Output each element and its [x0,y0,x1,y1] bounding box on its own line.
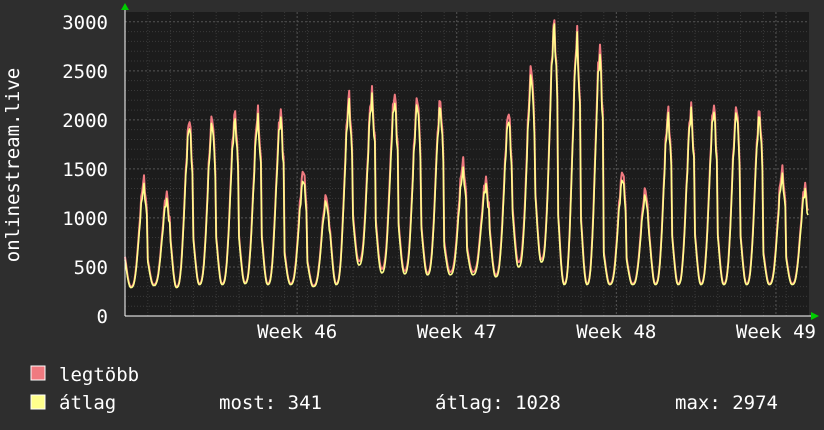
traffic-chart: 0 500 1000 1500 2000 2500 3000 Week 46 Week 47 W… [0,0,824,430]
stat-max: max: 2974 [675,392,778,414]
y-tick-label: 500 [74,257,108,279]
legend-swatch-max [30,365,46,381]
x-tick-label: Week 49 [736,321,816,343]
legend-swatch-avg [30,394,46,410]
x-tick-label: Week 48 [576,321,656,343]
y-tick-label: 0 [97,306,108,328]
y-tick-label: 1500 [62,159,108,181]
y-tick-label: 3000 [62,12,108,34]
legend-label-avg: átlag [59,392,116,414]
stat-atlag: átlag: 1028 [435,392,561,414]
x-tick-label: Week 46 [257,321,337,343]
y-axis-title: onlinestream.live [2,68,24,262]
stat-most: most: 341 [219,392,322,414]
y-tick-label: 2000 [62,110,108,132]
y-tick-label: 1000 [62,208,108,230]
y-tick-label: 2500 [62,61,108,83]
x-tick-label: Week 47 [417,321,497,343]
legend-label-max: legtöbb [59,364,139,386]
